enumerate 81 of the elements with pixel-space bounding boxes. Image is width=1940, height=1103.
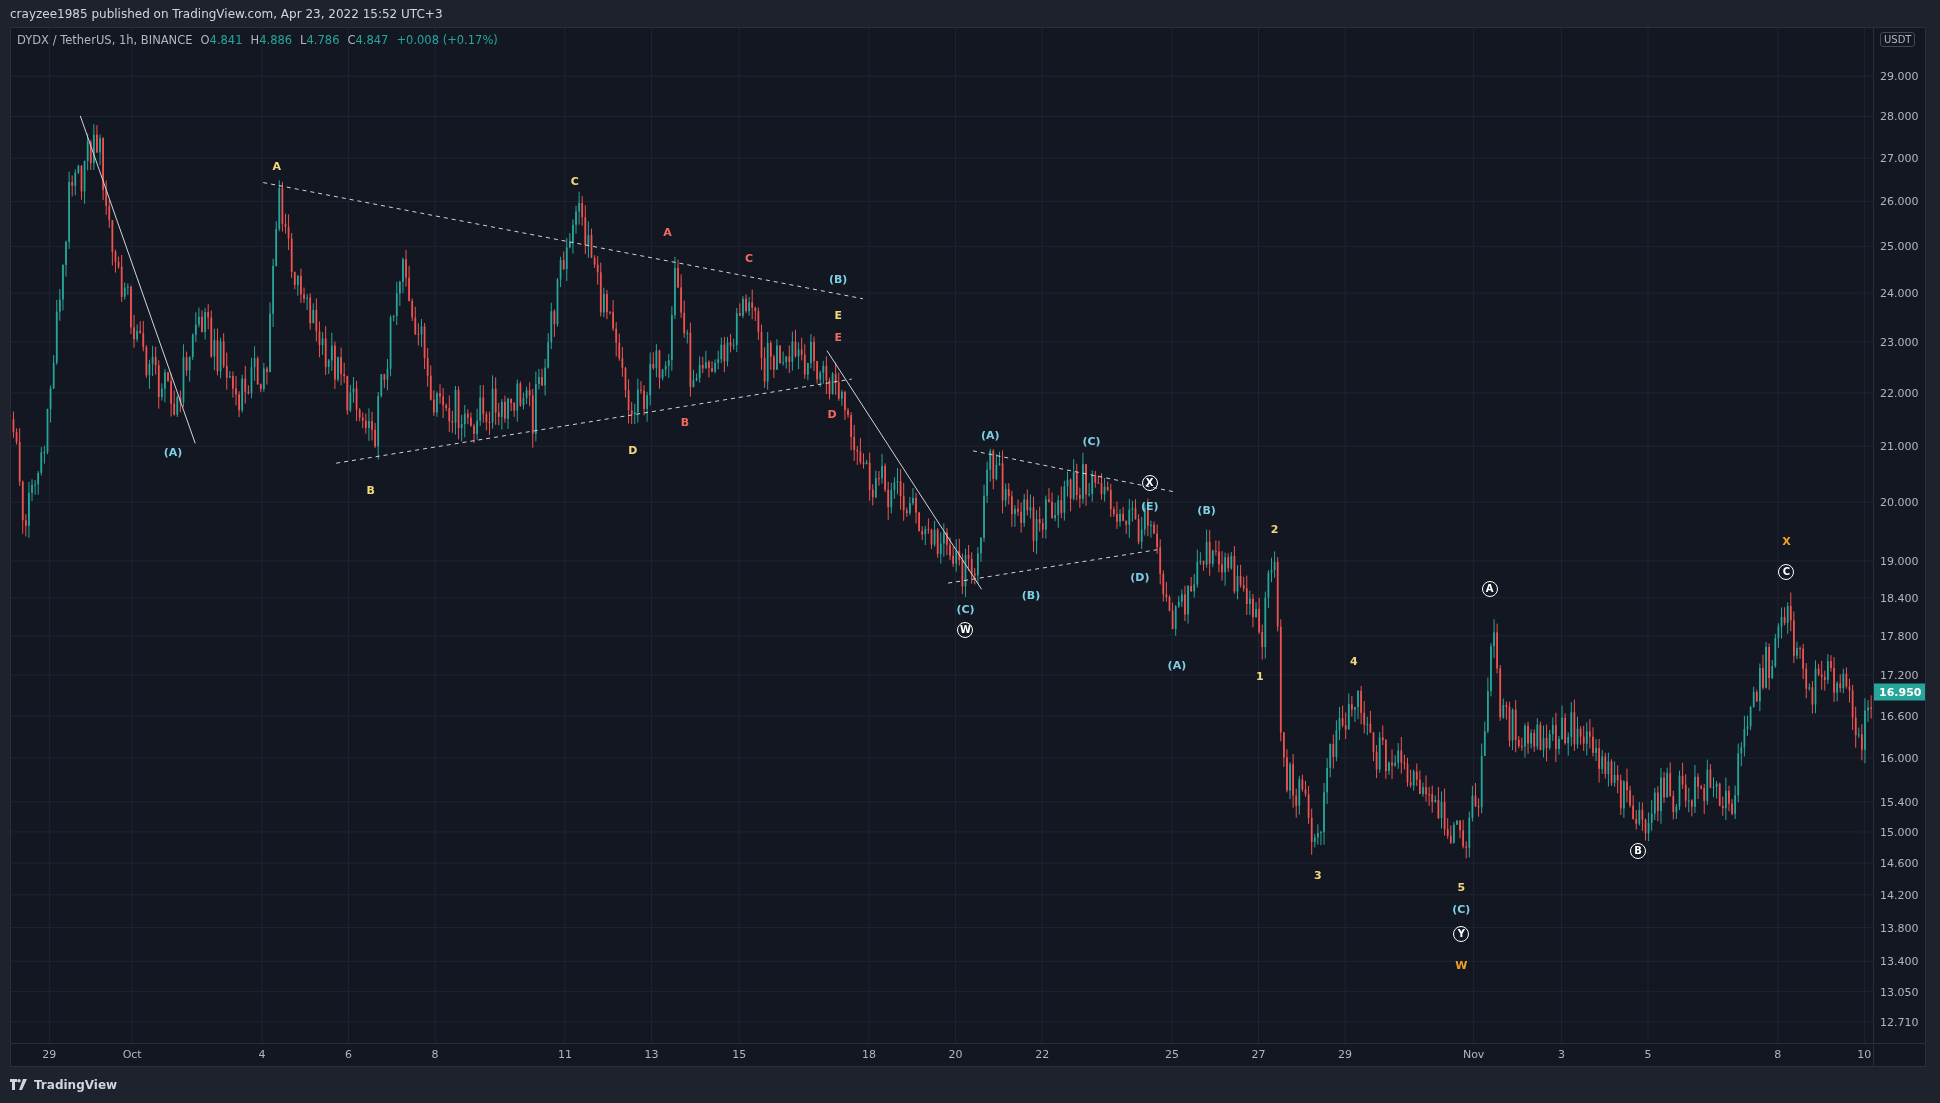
price-label: 29.000	[1880, 69, 1919, 83]
wave-label: (C)	[1452, 903, 1471, 915]
price-label: 23.000	[1880, 335, 1919, 349]
wave-label: B	[366, 484, 375, 496]
date-label: 8	[431, 1048, 439, 1061]
wave-label: (C)	[1082, 435, 1101, 447]
price-label: 25.000	[1880, 239, 1919, 253]
ohlc-value: L4.786	[300, 33, 340, 47]
date-label: 22	[1035, 1048, 1050, 1061]
date-label: 27	[1251, 1048, 1266, 1061]
wave-label: (B)	[828, 273, 848, 285]
date-label: 8	[1774, 1048, 1782, 1061]
wave-label: (A)	[163, 446, 183, 458]
price-label: 13.400	[1880, 954, 1919, 968]
symbol-title: DYDX / TetherUS, 1h, BINANCE	[17, 33, 193, 47]
publish-info: crayzee1985 published on TradingView.com, Apr 23, 2022 15:52 UTC+3	[10, 6, 443, 21]
price-label: 20.000	[1880, 495, 1919, 509]
wave-label: (A)	[980, 429, 1000, 441]
date-label: 4	[258, 1048, 266, 1061]
wave-label: C	[570, 175, 579, 187]
date-label: 20	[948, 1048, 963, 1061]
wave-label: (C)	[956, 603, 975, 615]
date-label: 3	[1557, 1048, 1565, 1061]
wave-label: D	[628, 444, 638, 456]
wave-label: 5	[1457, 881, 1466, 893]
wave-label: W	[1455, 959, 1468, 971]
price-label: 21.000	[1880, 439, 1919, 453]
date-label: Nov	[1462, 1048, 1485, 1061]
price-label: 16.000	[1880, 751, 1919, 765]
price-label: 26.000	[1880, 194, 1919, 208]
date-label: 10	[1857, 1048, 1872, 1061]
date-label: 6	[345, 1048, 353, 1061]
price-label: 22.000	[1880, 386, 1919, 400]
date-label: 15	[732, 1048, 747, 1061]
ohlc-value: H4.886	[250, 33, 293, 47]
date-label: Oct	[122, 1048, 142, 1061]
currency-button[interactable]: USDT	[1880, 32, 1916, 47]
price-change: +0.008 (+0.17%)	[396, 33, 498, 47]
wave-label: 4	[1349, 655, 1358, 667]
price-label: 15.000	[1880, 825, 1919, 839]
brand-name[interactable]: TradingView	[34, 1077, 118, 1092]
price-label: 13.050	[1880, 985, 1919, 999]
wave-label: E	[834, 331, 842, 343]
date-label: 18	[862, 1048, 877, 1061]
price-label: 17.200	[1880, 668, 1919, 682]
wave-label: D	[827, 408, 837, 420]
date-label: 5	[1644, 1048, 1652, 1061]
price-label: 14.600	[1880, 856, 1919, 870]
date-label: 25	[1164, 1048, 1179, 1061]
wave-label: (B)	[1021, 589, 1041, 601]
wave-label: 3	[1314, 869, 1322, 881]
wave-label: (B)	[1197, 504, 1216, 516]
wave-label: A	[663, 226, 672, 238]
price-label: 19.000	[1880, 554, 1919, 568]
wave-label: B	[680, 416, 689, 428]
price-label: 15.400	[1880, 795, 1919, 809]
wave-label: X	[1782, 535, 1791, 547]
logo-icon	[10, 1079, 28, 1090]
date-label: 29	[42, 1048, 57, 1061]
price-label: 28.000	[1880, 109, 1919, 123]
wave-label: 2	[1270, 523, 1279, 535]
wave-label: (D)	[1130, 571, 1150, 583]
price-label: 13.800	[1880, 921, 1919, 935]
price-label: 27.000	[1880, 151, 1919, 165]
ohlc-value: C4.847	[347, 33, 389, 47]
price-label: 16.600	[1880, 709, 1919, 723]
date-label: 13	[644, 1048, 659, 1061]
price-label: 12.710	[1880, 1015, 1919, 1029]
price-label: 24.000	[1880, 286, 1919, 300]
ohlc-value: O4.841	[200, 33, 243, 47]
last-price-badge: 16.950	[1874, 683, 1925, 701]
price-label: 17.800	[1880, 629, 1919, 643]
wave-label: 1	[1255, 670, 1264, 682]
price-label: 14.200	[1880, 888, 1919, 902]
wave-label: E	[834, 309, 842, 321]
wave-label: (A)	[1167, 659, 1187, 671]
wave-label: A	[272, 160, 282, 172]
price-label: 18.400	[1880, 591, 1919, 605]
wave-label: C	[745, 252, 754, 264]
date-label: 11	[557, 1048, 572, 1061]
date-label: 29	[1338, 1048, 1353, 1061]
